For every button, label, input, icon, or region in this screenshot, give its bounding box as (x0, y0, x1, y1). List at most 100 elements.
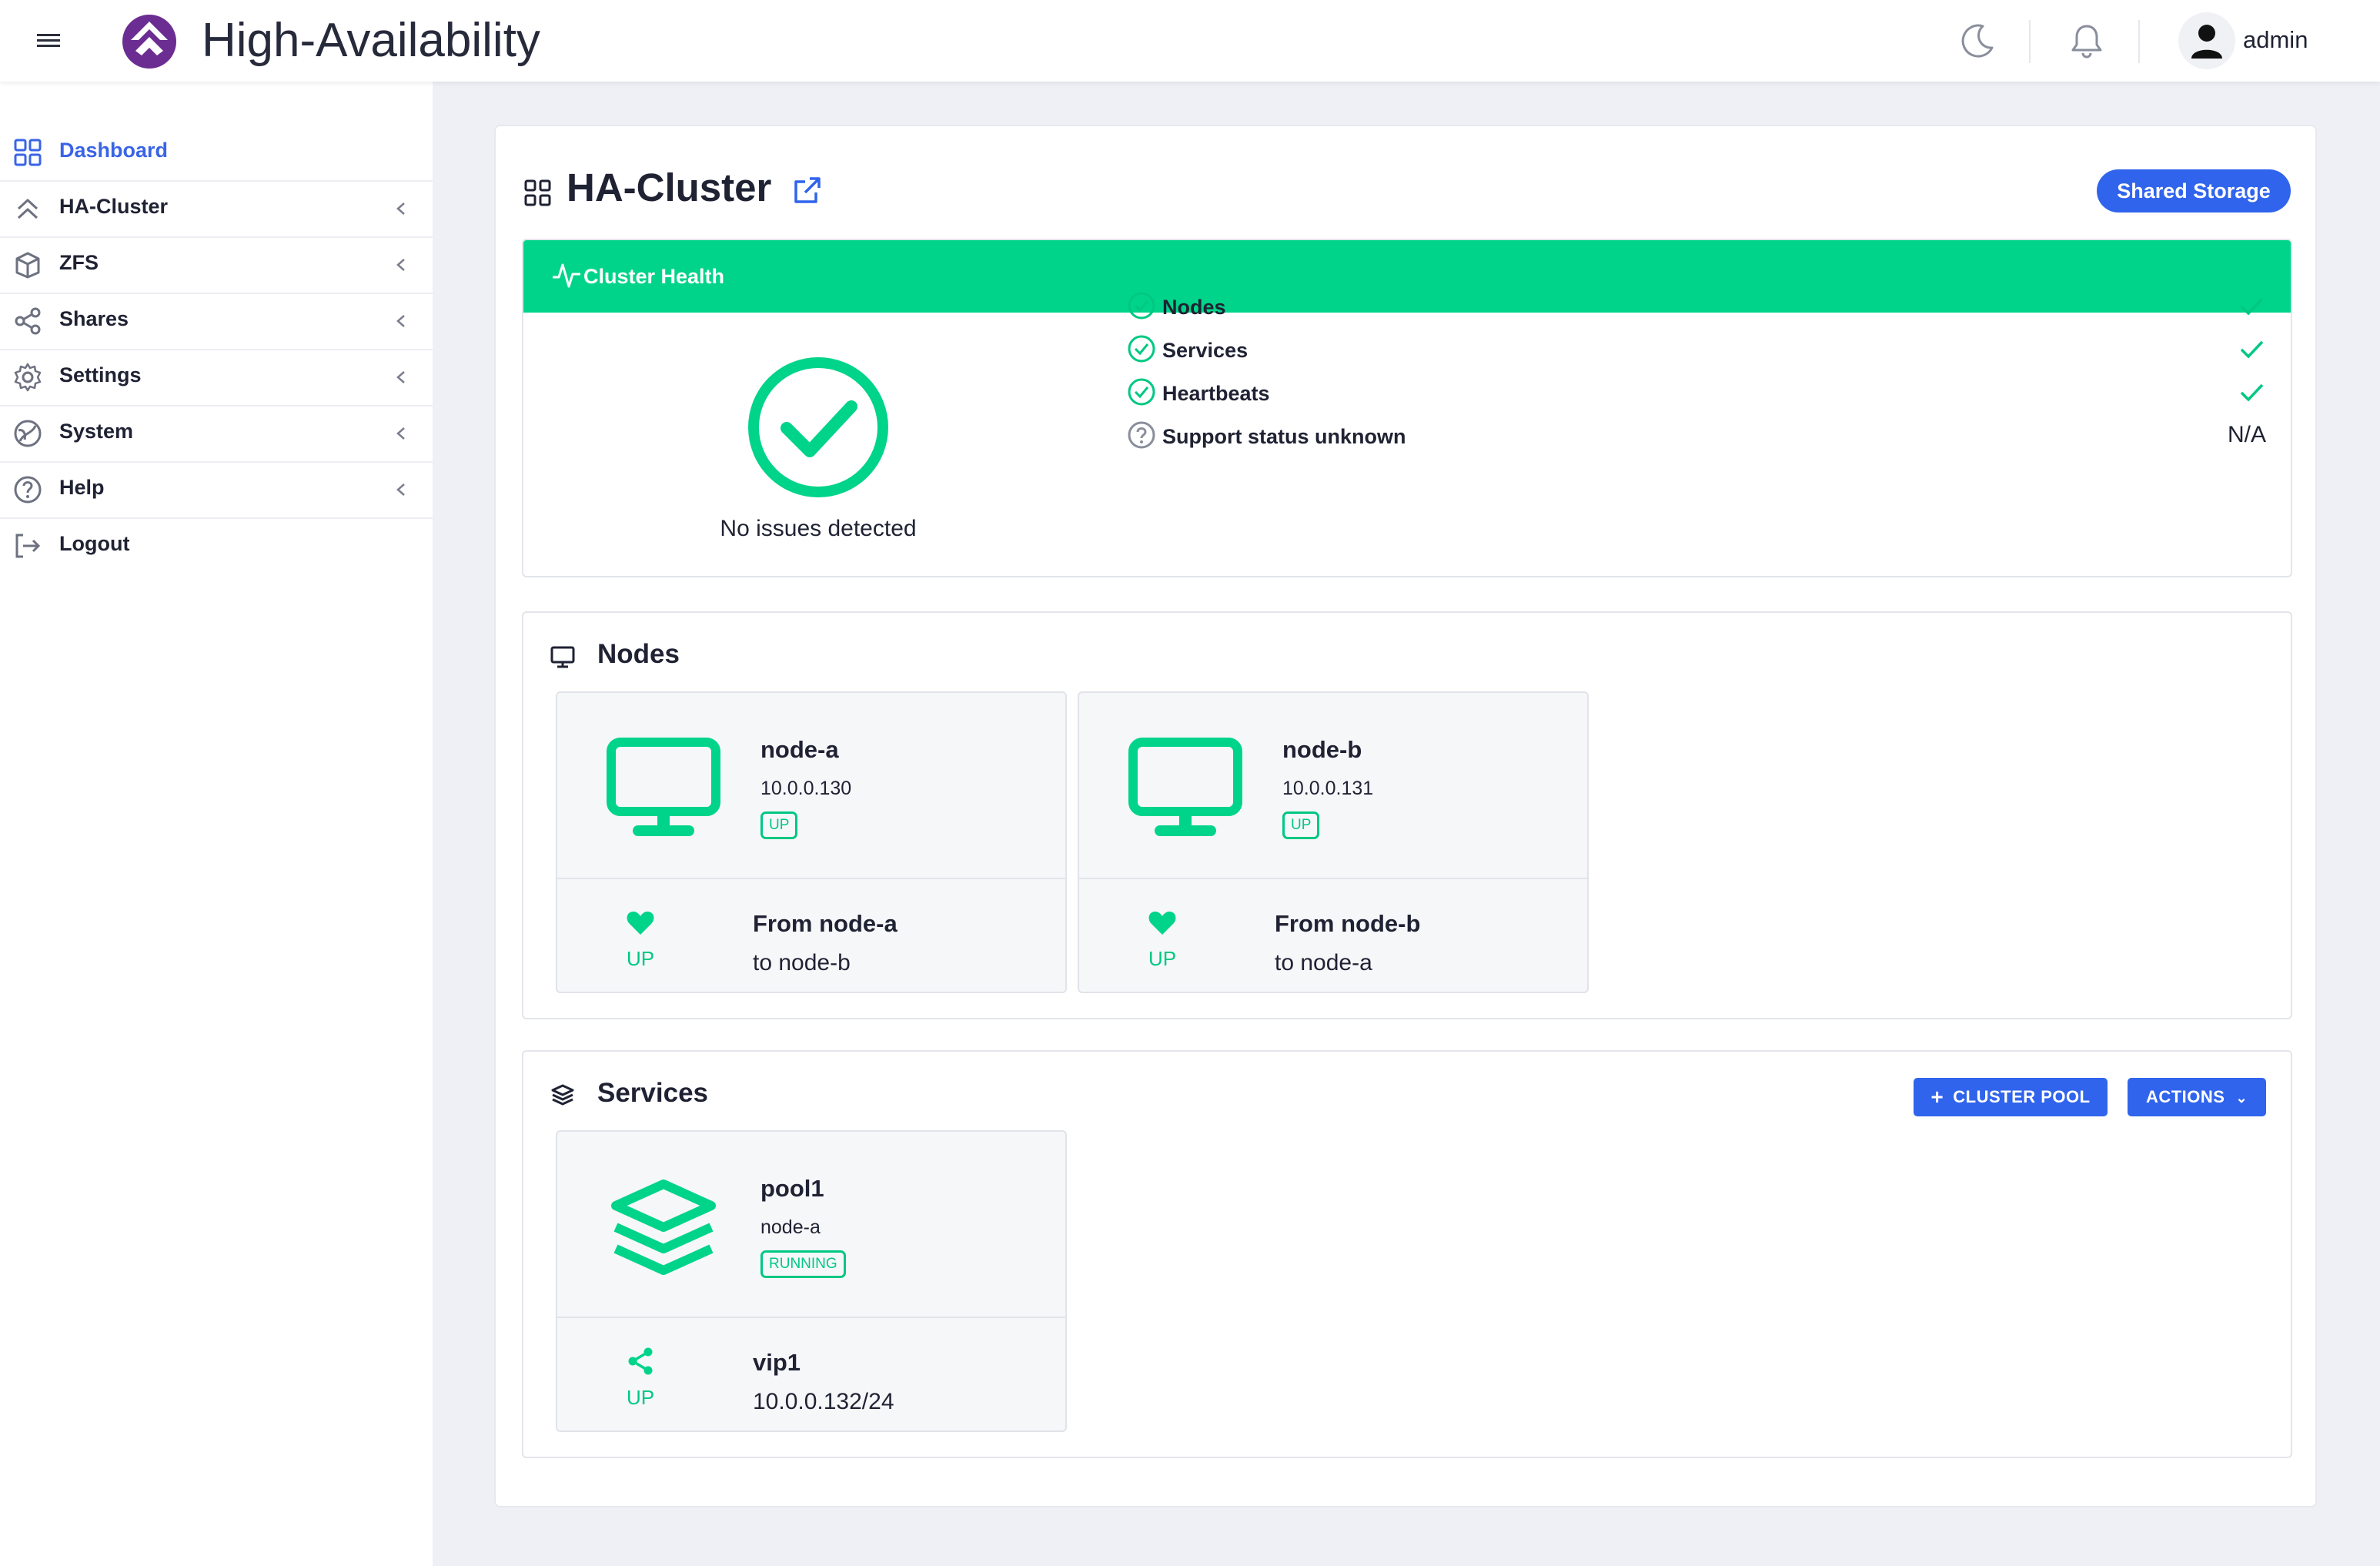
sidebar-item-ha-cluster[interactable]: HA-Cluster (0, 181, 433, 238)
app-title: High-Availability (202, 14, 540, 67)
node-name: node-b (1282, 736, 1362, 763)
vip-address: 10.0.0.132/24 (753, 1389, 894, 1414)
layers-icon (611, 1180, 716, 1275)
health-check-label: Support status unknown (1162, 425, 1406, 448)
top-bar: High-Availability admin (0, 0, 2380, 82)
heart-icon (627, 912, 654, 935)
shared-storage-button[interactable]: Shared Storage (2097, 169, 2291, 212)
status-badge: RUNNING (760, 1250, 846, 1278)
gear-icon (14, 363, 42, 392)
heartbeat-to: to node-b (753, 950, 851, 975)
sidebar-item-shares[interactable]: Shares (0, 293, 433, 350)
chevron-left-icon (396, 484, 405, 496)
node-card[interactable]: node-a 10.0.0.130 UP UP From node-a to n… (556, 691, 1067, 993)
question-circle-icon (1128, 421, 1155, 449)
service-name: pool1 (760, 1175, 824, 1202)
health-summary: No issues detected (720, 516, 917, 541)
service-card[interactable]: pool1 node-a RUNNING UP vip1 10.0.0.132/… (556, 1130, 1067, 1432)
check-icon (2240, 297, 2264, 316)
node-ip: 10.0.0.131 (1282, 778, 1374, 799)
chevron-down-icon: ⌄ (2235, 1090, 2248, 1106)
sidebar-item-settings[interactable]: Settings (0, 350, 433, 407)
separator (2029, 20, 2031, 63)
box-icon (15, 252, 40, 279)
chevron-left-icon (396, 259, 405, 271)
divider (557, 1317, 1065, 1318)
sidebar-item-label: Help (59, 476, 105, 499)
moon-icon[interactable] (1957, 20, 1998, 62)
services-title: Services (597, 1078, 709, 1108)
heartbeat-status: UP (626, 947, 655, 970)
heartbeat-from: From node-a (753, 910, 898, 937)
sidebar-item-label: System (59, 420, 134, 443)
check-circle-icon (1128, 292, 1155, 320)
divider (1079, 878, 1587, 879)
cluster-pool-label: CLUSTER POOL (1953, 1087, 2091, 1106)
actions-button[interactable]: ACTIONS ⌄ (2128, 1078, 2266, 1116)
sidebar-item-label: Dashboard (59, 139, 169, 162)
check-icon (2240, 383, 2264, 402)
sidebar-item-logout[interactable]: Logout (0, 518, 433, 574)
chevron-left-icon (396, 202, 405, 215)
status-badge: UP (760, 811, 798, 839)
chevron-left-icon (396, 427, 405, 440)
separator (2138, 20, 2140, 63)
pulse-icon (553, 263, 580, 288)
health-check-row: Heartbeats (1127, 373, 2266, 413)
external-link-icon[interactable] (791, 174, 824, 206)
menu-icon[interactable] (34, 29, 65, 52)
cluster-pool-button[interactable]: + CLUSTER POOL (1914, 1078, 2108, 1116)
monitor-icon (550, 646, 575, 668)
user-name[interactable]: admin (2243, 26, 2308, 54)
health-check-status: N/A (2227, 422, 2266, 447)
health-check-label: Heartbeats (1162, 382, 1270, 405)
check-icon (2240, 340, 2264, 359)
sidebar-item-label: Shares (59, 307, 129, 330)
sidebar-item-help[interactable]: Help (0, 462, 433, 519)
status-badge: UP (1282, 811, 1320, 839)
chevron-left-icon (396, 371, 405, 383)
health-check-label: Services (1162, 339, 1248, 362)
share-icon (15, 307, 41, 335)
health-check-row: Nodes (1127, 286, 2266, 326)
help-icon (14, 476, 42, 504)
service-node: node-a (760, 1216, 821, 1238)
user-icon (2191, 25, 2222, 59)
bell-icon[interactable] (2066, 20, 2108, 62)
divider (557, 878, 1065, 879)
sidebar-item-dashboard[interactable]: Dashboard (0, 125, 433, 182)
health-check-row: Services (1127, 330, 2266, 370)
check-circle-icon (748, 357, 888, 497)
node-card[interactable]: node-b 10.0.0.131 UP UP From node-b to n… (1078, 691, 1589, 993)
sidebar-item-label: HA-Cluster (59, 195, 169, 218)
vip-status: UP (626, 1386, 655, 1409)
nodes-panel: Nodes node-a 10.0.0.130 UP UP From node-… (522, 611, 2292, 1019)
app-logo (122, 15, 176, 69)
check-circle-icon (1128, 378, 1155, 406)
node-ip: 10.0.0.130 (760, 778, 852, 799)
actions-label: ACTIONS (2145, 1087, 2225, 1106)
sidebar-item-zfs[interactable]: ZFS (0, 237, 433, 294)
services-panel: Services + CLUSTER POOL ACTIONS ⌄ pool1 no… (522, 1050, 2292, 1458)
health-check-label: Nodes (1162, 296, 1226, 319)
monitor-icon (607, 738, 720, 836)
vip-name: vip1 (753, 1349, 801, 1376)
share-icon (628, 1347, 653, 1375)
sidebar-item-label: ZFS (59, 251, 99, 274)
node-name: node-a (760, 736, 839, 763)
chevron-left-icon (396, 315, 405, 327)
system-icon (14, 420, 42, 447)
sidebar-item-label: Settings (59, 363, 142, 386)
grid-icon (524, 179, 551, 206)
heartbeat-to: to node-a (1275, 950, 1372, 975)
sidebar-item-system[interactable]: System (0, 406, 433, 463)
main-content: HA-Cluster Shared Storage Cluster Health… (494, 125, 2317, 1507)
sidebar-item-label: Logout (59, 532, 130, 555)
chevrons-up-icon (17, 199, 38, 219)
heartbeat-status: UP (1148, 947, 1177, 970)
sidebar: Dashboard HA-Cluster ZFS Shares Settings… (0, 82, 433, 1566)
cluster-health-title: Cluster Health (583, 265, 725, 288)
monitor-icon (1128, 738, 1242, 836)
health-check-row: Support status unknown N/A (1127, 416, 2266, 456)
avatar[interactable] (2178, 12, 2235, 69)
